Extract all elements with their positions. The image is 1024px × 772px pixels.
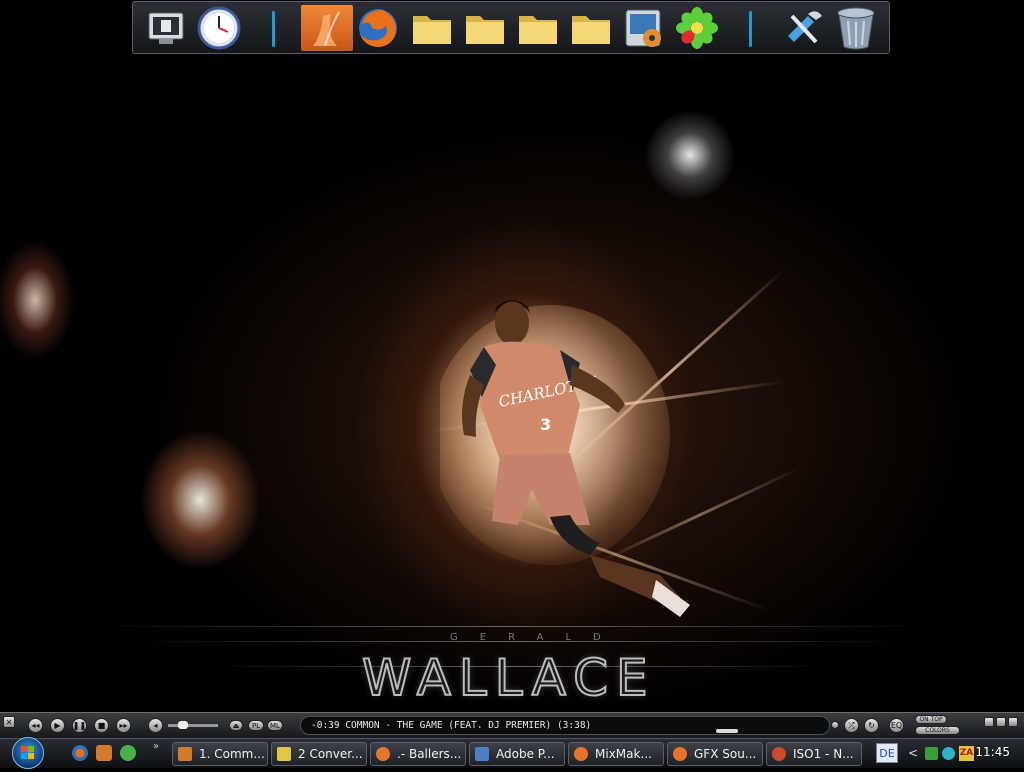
windows-logo-icon — [21, 746, 34, 759]
dock-separator — [272, 11, 275, 47]
photoshop-icon — [475, 747, 489, 761]
taskbar-item[interactable]: GFX Sou... — [667, 742, 763, 766]
zonealarm-icon[interactable]: ZA — [959, 746, 974, 761]
close-button[interactable] — [1008, 717, 1018, 727]
jersey-number: 3 — [540, 415, 551, 434]
taskbar-item-label: ISO1 - N... — [793, 747, 854, 761]
pause-button[interactable]: ❚❚ — [72, 718, 87, 733]
taskbar-item[interactable]: 1. Comm... — [172, 742, 268, 766]
divider — [80, 626, 940, 627]
quicklaunch-overflow-icon[interactable]: » — [153, 741, 159, 752]
folder-icon[interactable] — [568, 5, 614, 51]
firefox-icon — [574, 747, 588, 761]
taskbar-item[interactable]: 2 Conver... — [271, 742, 367, 766]
display-settings-icon[interactable] — [143, 5, 189, 51]
playlist-button[interactable]: PL — [248, 720, 264, 731]
messenger-tray-icon[interactable] — [942, 747, 955, 760]
now-playing-display: -0:39 COMMON - THE GAME (FEAT. DJ PREMIE… — [300, 716, 830, 735]
minimize-button[interactable] — [984, 717, 994, 727]
folder-icon[interactable] — [409, 5, 455, 51]
play-button[interactable]: ▶ — [50, 718, 65, 733]
taskbar-item-label: GFX Sou... — [694, 747, 757, 761]
msn-icon — [772, 747, 786, 761]
speaker-icon[interactable]: ◂ — [148, 718, 163, 733]
dock-separator — [749, 11, 752, 47]
taskbar-item[interactable]: ISO1 - N... — [766, 742, 862, 766]
on-top-button[interactable]: ON TOP — [915, 715, 947, 724]
clock-icon[interactable] — [196, 5, 242, 51]
first-name-text: GERALD — [450, 632, 623, 643]
taskbar-item-label: Adobe P... — [496, 747, 555, 761]
volume-slider-track[interactable] — [168, 724, 218, 727]
media-player-icon[interactable] — [621, 5, 667, 51]
repeat-button[interactable]: ↻ — [864, 718, 879, 733]
folder-icon[interactable] — [462, 5, 508, 51]
taskbar: » 1. Comm... 2 Conver... .- Ballers... A… — [0, 737, 1024, 769]
taskbar-item-label: 1. Comm... — [199, 747, 265, 761]
basketball-player-image: CHARLOTTE 3 — [440, 300, 690, 617]
stop-button[interactable]: ■ — [94, 718, 109, 733]
recycle-bin-icon[interactable] — [833, 5, 879, 51]
start-button[interactable] — [12, 737, 44, 769]
language-indicator[interactable]: DE — [876, 743, 898, 763]
flash-icon[interactable] — [301, 5, 353, 51]
taskbar-item-label: .- Ballers... — [397, 747, 462, 761]
object-dock — [132, 1, 890, 54]
quicklaunch-app-icon[interactable] — [120, 745, 136, 761]
media-player-bar: ✕ ◂◂ ▶ ❚❚ ■ ▸▸ ◂ ⏏ PL ML -0:39 COMMON - … — [0, 712, 1024, 738]
shade-button[interactable] — [996, 717, 1006, 727]
wallpaper-name-text: WALLACE — [361, 648, 656, 708]
colors-button[interactable]: COLORS — [915, 726, 960, 735]
tools-icon[interactable] — [781, 5, 827, 51]
seek-position-indicator[interactable] — [716, 729, 738, 733]
tray-expand-chevron[interactable]: < — [908, 746, 918, 760]
firefox-icon — [376, 747, 390, 761]
icq-icon[interactable] — [674, 5, 720, 51]
quicklaunch-firefox-icon[interactable] — [72, 745, 88, 761]
eject-button[interactable]: ⏏ — [229, 720, 243, 731]
player-menu-button[interactable]: ✕ — [3, 716, 15, 728]
media-library-button[interactable]: ML — [267, 720, 283, 731]
quicklaunch-winamp-icon[interactable] — [96, 745, 112, 761]
firefox-icon[interactable] — [355, 5, 401, 51]
taskbar-clock[interactable]: 11:45 — [975, 745, 1010, 759]
firefox-icon — [673, 747, 687, 761]
shuffle-button[interactable]: ⤮ — [844, 718, 859, 733]
taskbar-item[interactable]: MixMak... — [568, 742, 664, 766]
winamp-icon — [178, 747, 192, 761]
equalizer-button[interactable]: EQ — [889, 718, 904, 733]
taskbar-item-label: MixMak... — [595, 747, 652, 761]
previous-track-button[interactable]: ◂◂ — [28, 718, 43, 733]
taskbar-item-label: 2 Conver... — [298, 747, 363, 761]
taskbar-item[interactable]: Adobe P... — [469, 742, 565, 766]
folder-icon — [277, 747, 291, 761]
volume-slider-handle[interactable] — [178, 721, 188, 729]
network-icon[interactable] — [925, 747, 938, 760]
next-track-button[interactable]: ▸▸ — [116, 718, 131, 733]
eq-label: EQ — [890, 721, 903, 730]
taskbar-item[interactable]: .- Ballers... — [370, 742, 466, 766]
folder-icon[interactable] — [515, 5, 561, 51]
balance-knob[interactable] — [831, 721, 839, 729]
